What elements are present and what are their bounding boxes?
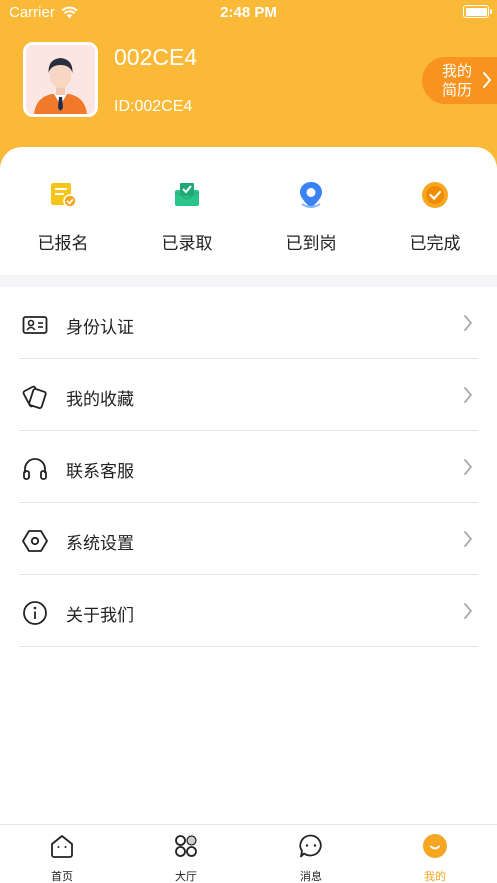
info-icon: [23, 601, 47, 625]
tab-label: 首页: [51, 871, 73, 883]
application-status-card: 已报名 已录取 已到岗 已完成: [0, 147, 497, 275]
status-label: 已完成: [409, 234, 461, 253]
chevron-right-icon: [483, 72, 491, 88]
menu-item-label: 我的收藏: [66, 390, 134, 409]
menu-item-label: 联系客服: [66, 462, 134, 481]
status-label: 已到岗: [285, 234, 337, 253]
menu-item-identity-verification[interactable]: 身份认证: [19, 287, 478, 359]
menu-item-about-us[interactable]: 关于我们: [19, 575, 478, 647]
status-label: 已录取: [161, 234, 213, 253]
message-icon: [299, 834, 322, 858]
location-pin-icon: [300, 182, 322, 208]
status-signed-up[interactable]: 已报名: [13, 180, 113, 254]
tab-label: 消息: [300, 871, 322, 883]
admitted-icon: [174, 183, 200, 206]
user-id: ID:002CE4: [114, 98, 193, 115]
my-resume-button[interactable]: 我的简历: [422, 57, 497, 104]
status-bar: Carrier 2:48 PM: [0, 0, 497, 26]
menu-item-system-settings[interactable]: 系统设置: [19, 503, 478, 575]
my-resume-label: 我的简历: [442, 63, 473, 99]
chevron-right-icon: [464, 387, 472, 403]
tab-home[interactable]: 首页: [22, 833, 102, 883]
section-divider: [0, 275, 497, 287]
menu-item-favorites[interactable]: 我的收藏: [19, 359, 478, 431]
status-admitted[interactable]: 已录取: [137, 180, 237, 254]
status-label: 已报名: [37, 234, 89, 253]
hall-grid-icon: [175, 835, 197, 857]
clock: 2:48 PM: [220, 4, 277, 21]
battery-icon: [463, 5, 492, 18]
tab-hall[interactable]: 大厅: [146, 833, 226, 883]
menu-item-label: 身份认证: [66, 318, 134, 337]
tab-profile[interactable]: 我的: [395, 833, 475, 883]
tab-label: 我的: [424, 871, 446, 883]
id-card-icon: [22, 316, 48, 334]
settings-menu: 身份认证 我的收藏 联系客服 系统设置 关于我们: [19, 287, 478, 647]
username: 002CE4: [114, 44, 198, 70]
bottom-tab-bar: 首页 大厅 消息 我的: [0, 824, 497, 883]
menu-item-label: 系统设置: [66, 534, 134, 553]
signed-up-icon: [51, 183, 77, 208]
tab-label: 大厅: [175, 871, 197, 883]
status-completed[interactable]: 已完成: [385, 180, 485, 254]
settings-hexagon-icon: [22, 530, 48, 552]
status-on-duty[interactable]: 已到岗: [261, 180, 361, 254]
tab-messages[interactable]: 消息: [271, 833, 351, 883]
chevron-right-icon: [464, 603, 472, 619]
favorites-icon: [22, 385, 47, 409]
avatar-person-icon: [26, 45, 95, 114]
chevron-right-icon: [464, 315, 472, 331]
completed-check-icon: [422, 182, 448, 208]
chevron-right-icon: [464, 531, 472, 547]
headset-icon: [23, 458, 47, 480]
menu-item-customer-service[interactable]: 联系客服: [19, 431, 478, 503]
menu-item-label: 关于我们: [66, 606, 134, 625]
chevron-right-icon: [464, 459, 472, 475]
home-icon: [51, 835, 73, 858]
profile-smile-icon: [423, 834, 447, 858]
avatar[interactable]: [23, 42, 98, 117]
